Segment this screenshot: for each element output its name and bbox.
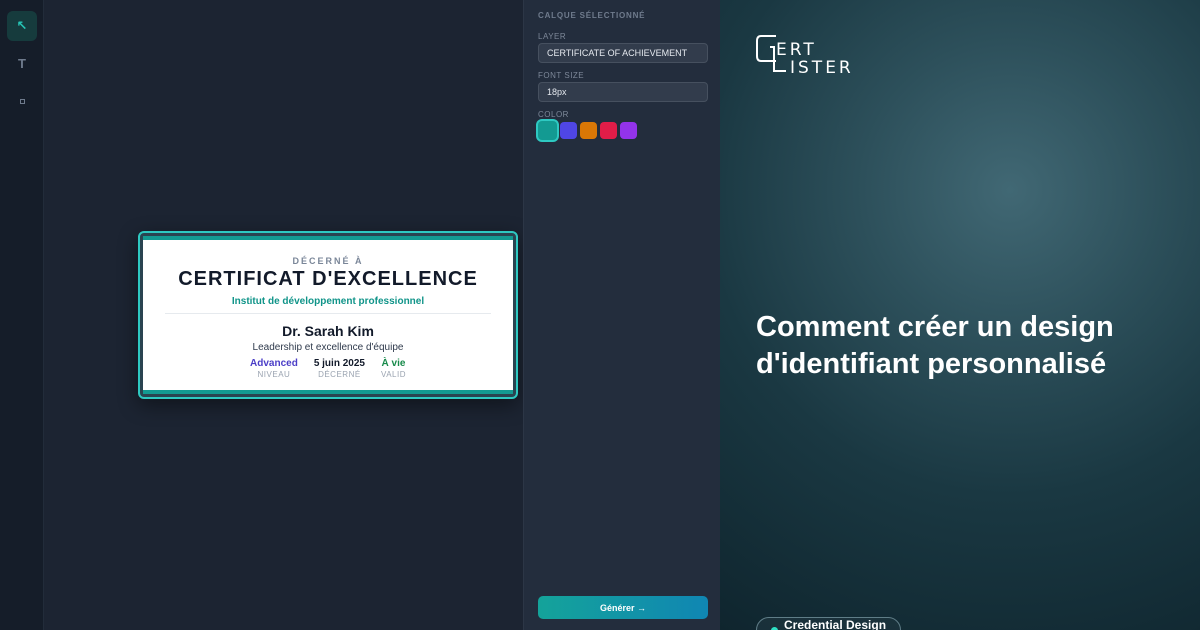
stat-date[interactable]: 5 juin 2025 DÉCERNÉ [314, 358, 365, 379]
properties-panel: CALQUE SÉLECTIONNÉ LAYER FONT SIZE COLOR… [523, 0, 720, 630]
certificate-awarded-to[interactable]: DÉCERNÉ À [143, 256, 513, 266]
certificate-recipient[interactable]: Dr. Sarah Kim [143, 323, 513, 339]
status-dot-icon [771, 626, 778, 630]
stat-valid-label: VALID [380, 370, 406, 379]
font-size-input[interactable] [538, 82, 708, 102]
certlister-logo: ERT ISTER [756, 33, 888, 80]
stat-level[interactable]: Advanced NIVEAU [250, 358, 298, 379]
layer-input[interactable] [538, 43, 708, 63]
certificate-institute[interactable]: Institut de développement professionnel [143, 296, 513, 307]
color-swatch[interactable] [560, 122, 577, 139]
color-swatch[interactable] [600, 122, 617, 139]
hero-headline: Comment créer un design d'identifiant pe… [756, 311, 1114, 380]
hero-section: ERT ISTER Comment créer un design d'iden… [720, 0, 1200, 630]
design-canvas[interactable]: DÉCERNÉ À CERTIFICAT D'EXCELLENCE Instit… [44, 0, 523, 630]
shape-tool-button[interactable] [7, 86, 37, 116]
svg-text:ERT: ERT [776, 40, 817, 60]
certificate-program[interactable]: Leadership et excellence d'équipe [143, 342, 513, 353]
layer-label: LAYER [538, 32, 567, 41]
text-icon: T [18, 55, 26, 71]
generate-button[interactable]: Générer → [538, 596, 708, 619]
color-swatch[interactable] [580, 122, 597, 139]
text-tool-button[interactable]: T [7, 48, 37, 78]
stat-date-label: DÉCERNÉ [318, 370, 361, 379]
color-swatches [538, 121, 637, 140]
certificate-preview[interactable]: DÉCERNÉ À CERTIFICAT D'EXCELLENCE Instit… [143, 236, 513, 394]
arrow-pointer-icon: ↖ [16, 18, 28, 33]
category-badge-label: Credential Design [784, 618, 887, 630]
certificate-divider [165, 313, 491, 314]
selected-certificate-frame[interactable]: DÉCERNÉ À CERTIFICAT D'EXCELLENCE Instit… [138, 231, 518, 399]
square-icon [19, 98, 25, 104]
stat-level-value: Advanced [250, 358, 298, 369]
select-tool-button[interactable]: ↖ [7, 11, 37, 41]
stat-valid-value: À vie [381, 358, 406, 369]
certlister-logo-icon: ERT ISTER [756, 35, 854, 78]
certificate-stats: Advanced NIVEAU 5 juin 2025 DÉCERNÉ À vi… [143, 358, 513, 379]
svg-text:ISTER: ISTER [790, 58, 854, 75]
stat-level-label: NIVEAU [257, 370, 291, 379]
color-swatch[interactable] [538, 121, 557, 140]
color-label: COLOR [538, 110, 569, 119]
tool-rail: ↖ T [0, 0, 44, 630]
color-swatch[interactable] [620, 122, 637, 139]
font-size-label: FONT SIZE [538, 71, 585, 80]
stat-date-value: 5 juin 2025 [313, 358, 365, 369]
certificate-title[interactable]: CERTIFICAT D'EXCELLENCE [143, 268, 513, 291]
category-badge[interactable]: Credential Design [756, 617, 902, 630]
panel-title: CALQUE SÉLECTIONNÉ [538, 11, 646, 20]
stat-valid[interactable]: À vie VALID [381, 358, 406, 379]
